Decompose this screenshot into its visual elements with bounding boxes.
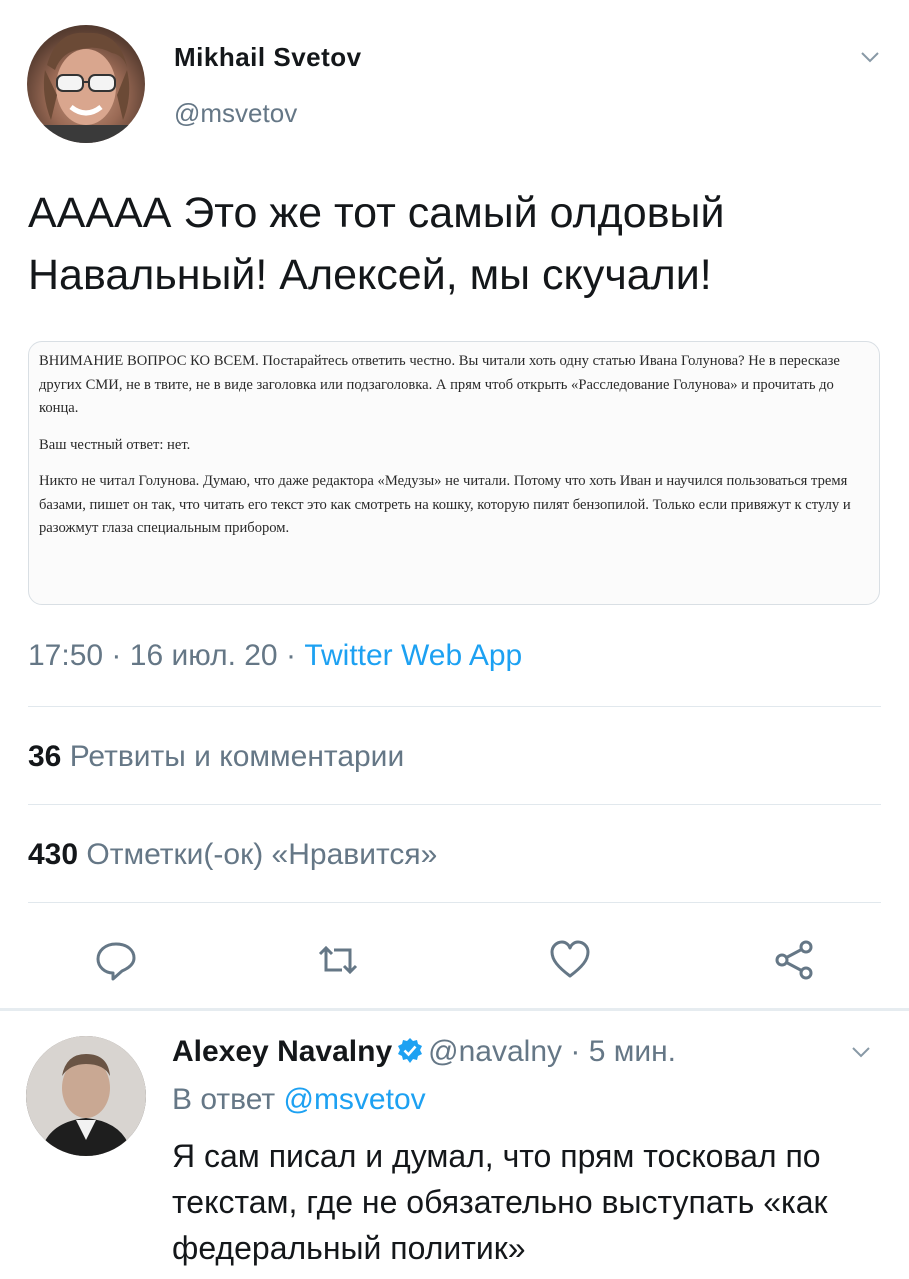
meta-separator: · [285,639,296,672]
author-name[interactable]: Mikhail Svetov [174,42,362,73]
avatar-image [27,32,145,143]
reply-icon[interactable] [94,938,138,982]
tweet-time: 17:50 [28,639,104,672]
reply-header: Alexey Navalny @navalny · 5 мин. [172,1035,676,1069]
quoted-image[interactable]: ВНИМАНИЕ ВОПРОС КО ВСЕМ. Постарайтесь от… [28,341,880,605]
tweet-date: 16 июл. 20 [129,639,278,672]
divider [28,804,881,805]
like-icon[interactable] [548,938,592,982]
tweet-text: ААААА Это же тот самый олдовый Навальный… [28,189,725,299]
reply-to-handle[interactable]: @msvetov [283,1083,425,1116]
author-handle[interactable]: @msvetov [174,98,297,129]
reply-text: Я сам писал и думал, что прям тосковал п… [172,1138,828,1266]
tweet-source-link[interactable]: Twitter Web App [304,639,522,672]
retweets-count: 36 [28,740,62,773]
quote-paragraph: Ваш честный ответ: нет. [39,436,191,453]
retweet-icon[interactable] [316,938,360,982]
reply-author-handle[interactable]: @navalny [428,1035,562,1068]
reply-author-name[interactable]: Alexey Navalny [172,1035,392,1068]
reply-to-line: В ответ @msvetov [172,1083,426,1117]
share-icon[interactable] [772,938,816,982]
verified-badge-icon [398,1038,423,1063]
divider [28,706,881,707]
avatar[interactable] [27,25,145,143]
retweets-stat[interactable]: 36 Ретвиты и комментарии [28,740,404,774]
likes-stat[interactable]: 430 Отметки(-ок) «Нравится» [28,838,437,872]
meta-separator: · [570,1035,581,1068]
section-divider [0,1008,909,1011]
avatar[interactable] [26,1036,146,1156]
meta-separator: · [111,639,122,672]
tweet-actions [0,930,909,990]
divider [28,902,881,903]
main-tweet: Mikhail Svetov @msvetov ААААА Это же тот… [0,0,909,1010]
reply-time: 5 мин. [588,1035,676,1068]
chevron-down-icon[interactable] [860,50,880,64]
chevron-down-icon[interactable] [851,1045,871,1059]
quote-paragraph: Никто не читал Голунова. Думаю, что даже… [39,473,851,536]
reply-to-prefix: В ответ [172,1083,276,1116]
likes-label: Отметки(-ок) «Нравится» [86,838,438,871]
likes-count: 430 [28,838,79,871]
retweets-label: Ретвиты и комментарии [69,740,405,773]
tweet-meta: 17:50 · 16 июл. 20 · Twitter Web App [28,639,522,673]
avatar-image [26,1036,146,1156]
quote-paragraph: ВНИМАНИЕ ВОПРОС КО ВСЕМ. Постарайтесь от… [39,353,840,416]
